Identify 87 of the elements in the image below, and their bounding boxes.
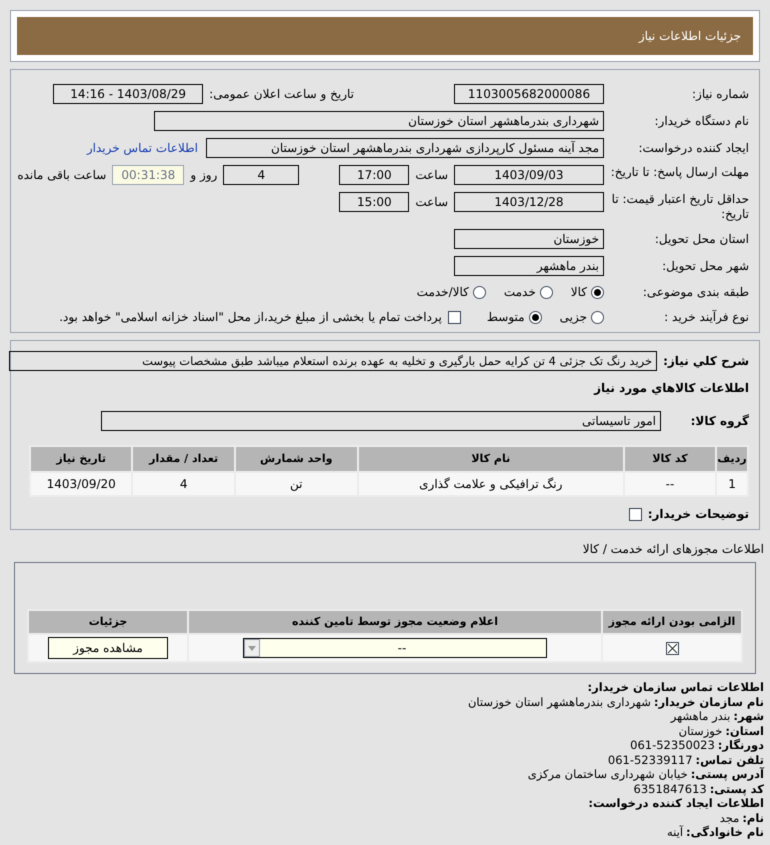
text-field[interactable]: 1403/12/28: [454, 192, 604, 212]
radio-label: متوسط: [486, 309, 525, 326]
contact-value: شهرداری بندرماهشهر استان خوزستان: [468, 694, 651, 709]
column-header: الزامی بودن ارائه مجوز: [602, 610, 742, 634]
contact-value: خوزستان: [678, 724, 722, 738]
field-label: تاریخ و ساعت اعلان عمومی:: [209, 86, 354, 103]
buyer-contact-link[interactable]: اطلاعات تماس خریدار: [86, 139, 198, 157]
column-header: واحد شمارش: [234, 446, 358, 472]
checkbox[interactable]: [628, 508, 642, 520]
field-label: طبقه بندی موضوعی:: [642, 284, 749, 301]
column-header: تاریخ نیاز: [30, 446, 132, 472]
contact-label: نام:: [742, 810, 764, 825]
section-heading: اطلاعات تماس سازمان خریدار:: [586, 680, 764, 694]
text-field[interactable]: 1403/09/03: [454, 165, 604, 185]
radio-button[interactable]: [528, 310, 542, 324]
contact-value: بندر ماهشهر: [670, 709, 730, 724]
view-license-button[interactable]: مشاهده مجوز: [48, 637, 168, 659]
contact-value: 061-52350023: [630, 738, 715, 752]
table-cell: 4: [132, 472, 235, 496]
field-label: روز و: [190, 167, 218, 184]
checkbox[interactable]: [448, 310, 461, 324]
text-field[interactable]: 15:00: [339, 192, 410, 212]
field-label: نام دستگاه خریدار:: [654, 113, 749, 130]
caret-icon: [244, 639, 260, 657]
section-title: اطلاعات کالاهاي مورد نیاز: [592, 380, 749, 397]
contact-label: تلفن تماس:: [696, 752, 764, 767]
contact-label: نام خانوادگی:: [686, 825, 764, 840]
contact-label: استان:: [725, 724, 764, 738]
radio-label: جزیی: [560, 309, 587, 326]
field-label: ساعت: [415, 194, 448, 211]
contact-value: مجد: [720, 810, 740, 825]
text-field[interactable]: امور تاسیساتی: [101, 411, 661, 431]
checkbox-label: پرداخت تمام یا بخشی از مبلغ خرید،از محل "اسناد خزانه اسلامی" خواهد بود.: [59, 309, 442, 326]
field-label: توضیحات خریدار:: [648, 506, 749, 523]
radio-label: کالا/خدمت: [416, 284, 469, 301]
radio-button[interactable]: [472, 286, 486, 298]
countdown-field[interactable]: 00:31:38: [112, 165, 184, 185]
checkbox[interactable]: [666, 642, 678, 654]
field-label: گروه کالا:: [690, 413, 749, 430]
field-label: شماره نیاز:: [691, 86, 749, 103]
contact-label: شهر:: [733, 709, 764, 724]
description-field[interactable]: خرید رنگ تک جزئی 4 تن کرایه حمل بارگیری و تخلیه به عهده برنده استعلام میباشد طبق مشخصات پیوست: [9, 351, 658, 371]
table-cell: 1403/09/20: [30, 472, 132, 496]
table-cell: رنگ ترافیکی و علامت گذاری: [358, 472, 624, 496]
column-header: اعلام وضعیت مجوز توسط تامین کننده: [188, 610, 602, 634]
contact-label: نام سازمان خریدار:: [654, 694, 764, 709]
contact-value: 6351847613: [634, 782, 707, 796]
text-field[interactable]: مجد آینه مسئول کارپردازی شهرداری بندرماهشهر استان خوزستان: [206, 138, 604, 158]
contact-label: کد پستی:: [710, 782, 764, 796]
contact-label: دورنگار:: [718, 738, 764, 752]
field-label: ساعت باقی مانده: [17, 167, 106, 184]
text-field[interactable]: 17:00: [339, 165, 410, 185]
table-cell: --: [624, 472, 716, 496]
table-cell: 1: [716, 472, 748, 496]
column-header: کد کالا: [624, 446, 716, 472]
text-field[interactable]: 1403/08/29 - 14:16: [53, 84, 204, 104]
text-field[interactable]: 4: [223, 165, 300, 185]
field-label: استان محل تحویل:: [654, 231, 749, 248]
column-header: تعداد / مقدار: [132, 446, 235, 472]
text-field[interactable]: شهرداری بندرماهشهر استان خوزستان: [154, 111, 604, 131]
field-label: نوع فرآیند خرید :: [663, 309, 749, 326]
page-title: جزئیات اطلاعات نیاز: [638, 28, 741, 45]
field-label: شهر محل تحویل:: [661, 258, 749, 275]
section-heading: اطلاعات ایجاد کننده درخواست:: [587, 796, 764, 810]
column-header: ردیف: [716, 446, 748, 472]
field-label: ایجاد کننده درخواست:: [637, 140, 749, 157]
contact-value: خیابان شهرداری ساختمان مرکزی: [528, 767, 688, 782]
text-field[interactable]: خوزستان: [454, 229, 604, 249]
column-header: نام کالا: [358, 446, 624, 472]
column-header: جزئیات: [28, 610, 188, 634]
field-label: ساعت: [415, 167, 448, 184]
radio-button[interactable]: [591, 310, 604, 324]
text-field[interactable]: بندر ماهشهر: [454, 256, 604, 276]
table-cell: تن: [234, 472, 358, 496]
contact-value: 061-52339117: [608, 752, 693, 767]
radio-label: خدمت: [504, 284, 536, 301]
section-title: اطلاعات مجوزهای ارائه خدمت / کالا: [582, 542, 764, 556]
radio-button[interactable]: [591, 286, 604, 298]
radio-button[interactable]: [540, 286, 553, 298]
radio-label: کالا: [570, 284, 587, 301]
field-label: مهلت ارسال پاسخ: تا تاریخ:: [610, 165, 749, 180]
status-select[interactable]: --: [243, 638, 547, 658]
field-label: شرح کلي نیاز:: [663, 353, 749, 370]
field-label: حداقل تاریخ اعتبار قیمت: تا تاریخ:: [610, 192, 749, 222]
text-field[interactable]: 1103005682000086: [454, 84, 604, 104]
contact-value: آینه: [666, 825, 684, 840]
contact-label: آدرس پستی:: [690, 767, 764, 782]
